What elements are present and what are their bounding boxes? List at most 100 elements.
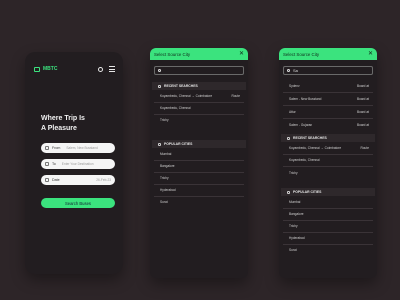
location-icon <box>45 146 49 150</box>
recent-icon <box>287 136 290 140</box>
list-item[interactable]: Koyambedu, Chennai <box>289 158 373 162</box>
popular-title: POPULAR CITIES <box>293 190 322 194</box>
recent-icon <box>158 84 161 88</box>
result-name: Attur <box>289 110 296 114</box>
select-header: Select Source City ✕ <box>150 48 248 60</box>
recent-route: Koyambedu, Chennai → Coimbatore <box>289 146 342 150</box>
select-title: Select Source City <box>283 51 320 57</box>
recent-route: Trichy <box>160 118 169 122</box>
search-icon <box>287 69 290 72</box>
close-icon[interactable]: ✕ <box>368 51 373 57</box>
list-item[interactable]: Trichy <box>160 118 244 122</box>
divider <box>154 114 244 115</box>
select-header: Select Source City ✕ <box>279 48 377 60</box>
list-item[interactable]: Koyambedu, Chennai → Coimbatore Route <box>289 146 373 150</box>
recent-route: Koyambedu, Chennai <box>289 158 320 162</box>
list-item[interactable]: Attur Board at <box>289 110 373 114</box>
city-icon <box>158 142 161 146</box>
divider <box>283 154 373 155</box>
select-city-screen: Select Source City ✕ RECENT SEARCHES Koy… <box>150 48 248 278</box>
from-label: From <box>52 146 61 150</box>
recent-route: Koyambedu, Chennai → Coimbatore <box>160 94 213 98</box>
board-tag: Board at <box>356 97 369 101</box>
list-item[interactable]: Bangalore <box>289 212 373 216</box>
destination-icon <box>45 162 49 166</box>
city-icon <box>287 190 290 194</box>
search-buses-button[interactable]: Search Buses <box>41 198 115 208</box>
board-tag: Board at <box>356 110 369 114</box>
board-tag: Board at <box>356 123 369 127</box>
popular-cities-header: POPULAR CITIES <box>281 188 375 196</box>
divider <box>283 232 373 233</box>
recent-route: Trichy <box>289 171 298 175</box>
bus-icon <box>34 66 40 72</box>
search-input[interactable]: Sa <box>283 66 373 75</box>
hero-title: Where Trip Is A Pleasure <box>41 114 85 134</box>
to-field[interactable]: To Enter Your Destination <box>41 159 115 169</box>
result-name: Sydenv <box>289 84 300 88</box>
divider <box>283 166 373 167</box>
list-item[interactable]: Trichy <box>289 224 373 228</box>
search-input[interactable] <box>154 66 244 75</box>
from-field[interactable]: From Salem, New Busstand <box>41 143 115 153</box>
date-value: 26-Feb-23 <box>96 178 111 182</box>
divider <box>154 102 244 103</box>
search-value: Sa <box>293 68 298 73</box>
popular-title: POPULAR CITIES <box>164 142 193 146</box>
search-icon <box>158 69 161 72</box>
select-city-results-screen: Select Source City ✕ Sa Sydenv Board at … <box>279 48 377 278</box>
list-item[interactable]: Koyambedu, Chennai → Coimbatore Route <box>160 94 244 98</box>
list-item[interactable]: Trichy <box>289 171 373 175</box>
divider <box>283 118 373 119</box>
select-title: Select Source City <box>154 51 191 57</box>
list-item[interactable]: Mumbai <box>289 200 373 204</box>
date-label: Date <box>52 178 60 182</box>
list-item[interactable]: Hyderabad <box>289 236 373 240</box>
board-tag: Board at <box>356 84 369 88</box>
divider <box>283 244 373 245</box>
divider <box>283 105 373 106</box>
calendar-icon <box>45 178 49 182</box>
divider <box>283 208 373 209</box>
from-value: Salem, New Busstand <box>66 146 98 150</box>
city-name: Trichy <box>160 176 169 180</box>
result-name: Salem - Gujaran <box>289 123 313 127</box>
recent-title: RECENT SEARCHES <box>164 84 198 88</box>
list-item[interactable]: Bangalore <box>160 164 244 168</box>
recent-title: RECENT SEARCHES <box>293 136 327 140</box>
city-name: Mumbai <box>289 200 301 204</box>
route-tag: Route <box>360 146 369 150</box>
to-placeholder: Enter Your Destination <box>61 162 94 166</box>
list-item[interactable]: Mumbai <box>160 152 244 156</box>
city-name: Surat <box>289 248 297 252</box>
logo-text: MBTC <box>43 66 58 72</box>
date-field[interactable]: Date 26-Feb-23 <box>41 175 115 185</box>
divider <box>154 184 244 185</box>
close-icon[interactable]: ✕ <box>239 51 244 57</box>
city-name: Surat <box>160 200 168 204</box>
city-name: Hyderabad <box>289 236 305 240</box>
city-name: Mumbai <box>160 152 172 156</box>
list-item[interactable]: Sydenv Board at <box>289 84 373 88</box>
logo: MBTC <box>34 66 57 72</box>
list-item[interactable]: Salem - Gujaran Board at <box>289 123 373 127</box>
city-name: Hyderabad <box>160 188 176 192</box>
list-item[interactable]: Surat <box>289 248 373 252</box>
recent-route: Koyambedu, Chennai <box>160 106 191 110</box>
list-item[interactable]: Hyderabad <box>160 188 244 192</box>
home-screen: MBTC Where Trip Is A Pleasure From Salem… <box>25 52 123 274</box>
list-item[interactable]: Salem - New Busstand Board at <box>289 97 373 101</box>
city-name: Trichy <box>289 224 298 228</box>
recent-searches-header: RECENT SEARCHES <box>152 82 246 90</box>
list-item[interactable]: Trichy <box>160 176 244 180</box>
divider <box>283 92 373 93</box>
recent-searches-header: RECENT SEARCHES <box>281 134 375 142</box>
menu-icon[interactable] <box>109 66 115 72</box>
city-name: Bangalore <box>160 164 175 168</box>
divider <box>154 172 244 173</box>
user-icon[interactable] <box>98 66 103 72</box>
list-item[interactable]: Surat <box>160 200 244 204</box>
list-item[interactable]: Koyambedu, Chennai <box>160 106 244 110</box>
city-name: Bangalore <box>289 212 304 216</box>
divider <box>154 196 244 197</box>
